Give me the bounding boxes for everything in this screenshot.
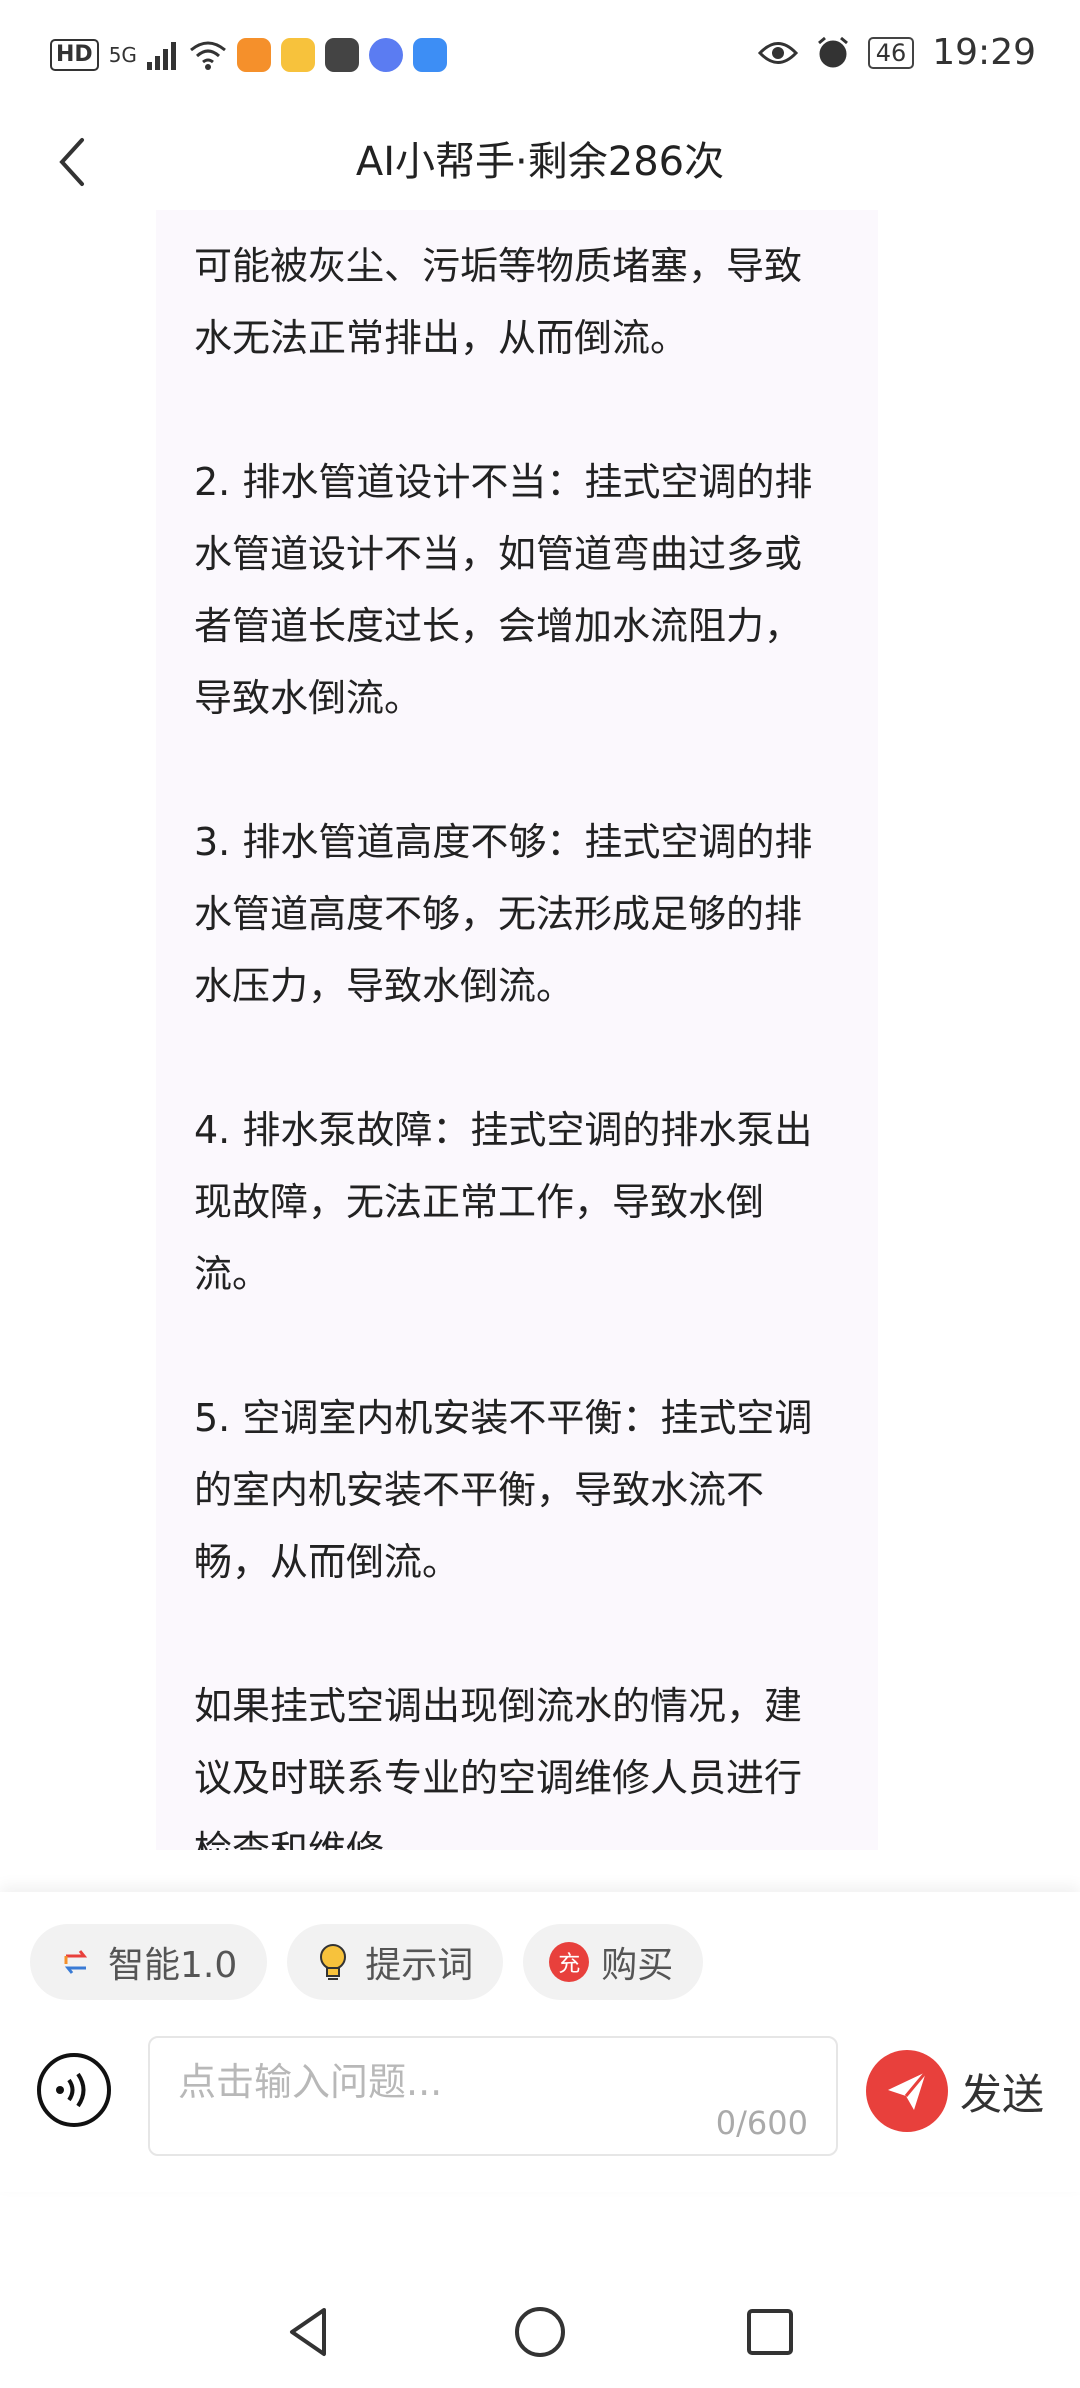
model-chip-label: 智能1.0: [108, 1945, 238, 1986]
ai-response-text: 可能被灰尘、污垢等物质堵塞，导致水无法正常排出，从而倒流。 2. 排水管道设计不…: [194, 244, 813, 1850]
question-input-box[interactable]: 0/600: [148, 2036, 838, 2156]
huawei-health-icon: [236, 38, 271, 72]
hd-indicator: HD: [50, 39, 99, 71]
quick-chips: 智能1.0 提示词 充 购买: [30, 1924, 704, 2000]
status-right: 46 19:29: [757, 32, 1036, 73]
cell-signal-icon: [146, 42, 176, 70]
question-input[interactable]: [176, 2056, 700, 2108]
status-bar: HD 5G 46 19:29: [0, 0, 1080, 120]
paper-plane-icon: [866, 2050, 948, 2132]
send-label: 发送: [960, 2069, 1045, 2119]
network-type: 5G: [108, 43, 137, 67]
ai-response-bubble: 可能被灰尘、污垢等物质堵塞，导致水无法正常排出，从而倒流。 2. 排水管道设计不…: [156, 210, 878, 1850]
app-header: AI小帮手·剩余286次: [0, 120, 1080, 210]
page-title: AI小帮手·剩余286次: [355, 139, 725, 185]
model-switch-icon: [56, 1942, 96, 1982]
recharge-icon: 充: [549, 1942, 590, 1982]
music-icon: [368, 38, 403, 72]
char-counter: 0/600: [715, 2104, 808, 2142]
cloud-icon: [412, 38, 447, 72]
buy-chip[interactable]: 充 购买: [523, 1924, 704, 2000]
nav-home-icon[interactable]: [510, 2302, 570, 2362]
prompt-chip-label: 提示词: [365, 1945, 474, 1986]
battery-indicator: 46: [867, 36, 915, 69]
input-panel: 智能1.0 提示词 充 购买 0/600: [0, 1892, 1080, 2192]
model-chip[interactable]: 智能1.0: [30, 1924, 268, 2000]
system-nav-bar: [0, 2280, 1080, 2388]
recharge-icon-text: 充: [558, 1952, 581, 1977]
clock: 19:29: [932, 32, 1036, 73]
bag-icon: [324, 38, 359, 72]
status-left: HD 5G: [50, 38, 447, 72]
notes-icon: [280, 38, 315, 72]
nav-back-icon[interactable]: [280, 2302, 340, 2362]
lightbulb-icon: [313, 1942, 353, 1982]
nav-recents-icon[interactable]: [740, 2302, 800, 2362]
alarm-icon: [817, 36, 848, 67]
send-button[interactable]: 发送: [866, 2050, 1044, 2132]
wifi-icon: [189, 41, 226, 70]
voice-input-icon[interactable]: [36, 2052, 112, 2128]
eye-icon: [757, 41, 798, 64]
buy-chip-label: 购买: [601, 1945, 674, 1986]
prompt-chip[interactable]: 提示词: [287, 1924, 504, 2000]
